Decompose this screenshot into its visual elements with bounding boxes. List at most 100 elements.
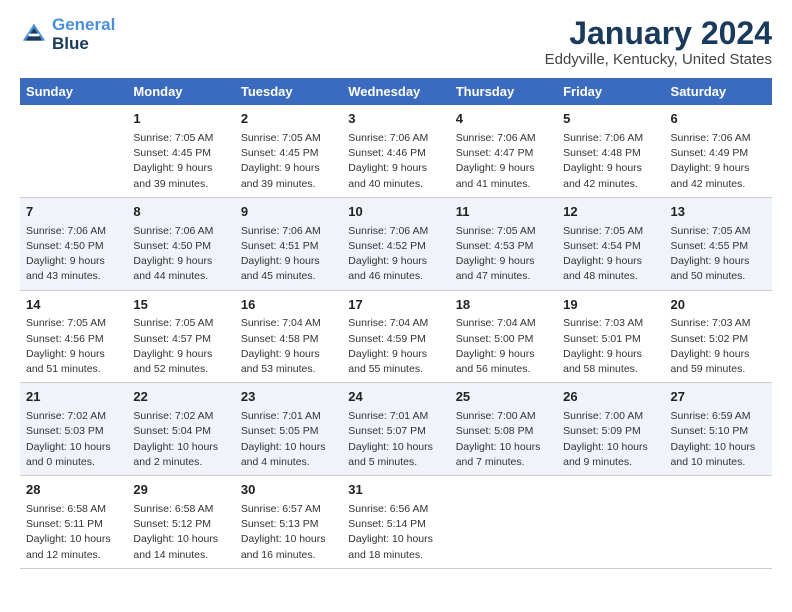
day-number: 14 — [26, 296, 121, 315]
calendar-cell: 16Sunrise: 7:04 AMSunset: 4:58 PMDayligh… — [235, 290, 342, 383]
cell-line: Daylight: 9 hours — [563, 347, 658, 362]
cell-line: Daylight: 10 hours — [671, 440, 766, 455]
cell-line: Sunrise: 7:04 AM — [241, 316, 336, 331]
cell-line: Sunrise: 6:58 AM — [133, 502, 228, 517]
cell-line: Sunrise: 7:06 AM — [26, 224, 121, 239]
cell-line: and 10 minutes. — [671, 455, 766, 470]
cell-line: Sunrise: 6:56 AM — [348, 502, 443, 517]
calendar-cell: 21Sunrise: 7:02 AMSunset: 5:03 PMDayligh… — [20, 383, 127, 476]
day-number: 3 — [348, 110, 443, 129]
cell-line: Sunset: 4:49 PM — [671, 146, 766, 161]
cell-line: Sunrise: 7:01 AM — [348, 409, 443, 424]
cell-line: Sunrise: 7:06 AM — [348, 131, 443, 146]
cell-line: Sunrise: 6:57 AM — [241, 502, 336, 517]
cell-line: Sunrise: 7:04 AM — [348, 316, 443, 331]
cell-line: Sunset: 5:14 PM — [348, 517, 443, 532]
title-area: January 2024 Eddyville, Kentucky, United… — [545, 16, 772, 68]
col-header-sunday: Sunday — [20, 78, 127, 105]
calendar-cell: 3 Sunrise: 7:06 AMSunset: 4:46 PMDaylight… — [342, 105, 449, 197]
cell-line: Sunrise: 7:01 AM — [241, 409, 336, 424]
cell-line: Sunset: 5:10 PM — [671, 424, 766, 439]
day-number: 9 — [241, 203, 336, 222]
calendar-cell: 19Sunrise: 7:03 AMSunset: 5:01 PMDayligh… — [557, 290, 664, 383]
cell-line: Sunset: 5:12 PM — [133, 517, 228, 532]
calendar-cell: 4Sunrise: 7:06 AMSunset: 4:47 PMDaylight… — [450, 105, 557, 197]
cell-line: Sunset: 4:53 PM — [456, 239, 551, 254]
calendar-cell: 30Sunrise: 6:57 AMSunset: 5:13 PMDayligh… — [235, 476, 342, 569]
cell-line: and 53 minutes. — [241, 362, 336, 377]
cell-line: Sunrise: 7:05 AM — [671, 224, 766, 239]
calendar-cell: 31Sunrise: 6:56 AMSunset: 5:14 PMDayligh… — [342, 476, 449, 569]
cell-line: Sunrise: 7:06 AM — [241, 224, 336, 239]
cell-line: Sunset: 5:13 PM — [241, 517, 336, 532]
cell-line: Sunset: 5:09 PM — [563, 424, 658, 439]
cell-line: Sunset: 5:07 PM — [348, 424, 443, 439]
cell-line: and 39 minutes. — [133, 177, 228, 192]
cell-line: Sunrise: 7:02 AM — [133, 409, 228, 424]
cell-line: and 48 minutes. — [563, 269, 658, 284]
cell-line: Sunset: 4:45 PM — [241, 146, 336, 161]
cell-line: Daylight: 10 hours — [241, 532, 336, 547]
calendar-cell: 8Sunrise: 7:06 AMSunset: 4:50 PMDaylight… — [127, 197, 234, 290]
cell-line: Daylight: 9 hours — [26, 347, 121, 362]
cell-line: Sunrise: 7:06 AM — [671, 131, 766, 146]
cell-line: Daylight: 10 hours — [26, 532, 121, 547]
cell-line: Sunset: 4:46 PM — [348, 146, 443, 161]
main-title: January 2024 — [545, 16, 772, 51]
col-header-wednesday: Wednesday — [342, 78, 449, 105]
day-number: 13 — [671, 203, 766, 222]
cell-line: Sunset: 4:48 PM — [563, 146, 658, 161]
day-number: 25 — [456, 388, 551, 407]
cell-line: Daylight: 10 hours — [348, 532, 443, 547]
cell-line: Daylight: 9 hours — [563, 254, 658, 269]
calendar-cell: 24Sunrise: 7:01 AMSunset: 5:07 PMDayligh… — [342, 383, 449, 476]
cell-line: and 40 minutes. — [348, 177, 443, 192]
calendar-cell: 13Sunrise: 7:05 AMSunset: 4:55 PMDayligh… — [665, 197, 772, 290]
day-number: 5 — [563, 110, 658, 129]
cell-line: Sunset: 5:11 PM — [26, 517, 121, 532]
cell-line: Sunset: 5:03 PM — [26, 424, 121, 439]
day-number: 27 — [671, 388, 766, 407]
cell-line: and 50 minutes. — [671, 269, 766, 284]
day-number: 22 — [133, 388, 228, 407]
cell-line: and 42 minutes. — [563, 177, 658, 192]
day-number: 10 — [348, 203, 443, 222]
day-number: 17 — [348, 296, 443, 315]
cell-line: Daylight: 9 hours — [241, 161, 336, 176]
calendar-cell: 18Sunrise: 7:04 AMSunset: 5:00 PMDayligh… — [450, 290, 557, 383]
calendar-cell: 20Sunrise: 7:03 AMSunset: 5:02 PMDayligh… — [665, 290, 772, 383]
cell-line: and 2 minutes. — [133, 455, 228, 470]
cell-line: Daylight: 9 hours — [671, 161, 766, 176]
cell-line: and 9 minutes. — [563, 455, 658, 470]
calendar-row-0: 1Sunrise: 7:05 AMSunset: 4:45 PMDaylight… — [20, 105, 772, 197]
calendar-cell: 10Sunrise: 7:06 AMSunset: 4:52 PMDayligh… — [342, 197, 449, 290]
cell-line: Daylight: 10 hours — [133, 532, 228, 547]
cell-line: Daylight: 9 hours — [671, 347, 766, 362]
calendar-cell: 26Sunrise: 7:00 AMSunset: 5:09 PMDayligh… — [557, 383, 664, 476]
cell-line: and 0 minutes. — [26, 455, 121, 470]
cell-line: and 59 minutes. — [671, 362, 766, 377]
cell-line: Daylight: 9 hours — [348, 161, 443, 176]
cell-line: Daylight: 9 hours — [348, 347, 443, 362]
cell-line: and 44 minutes. — [133, 269, 228, 284]
cell-line: Sunrise: 7:05 AM — [241, 131, 336, 146]
col-header-saturday: Saturday — [665, 78, 772, 105]
cell-line: Daylight: 10 hours — [456, 440, 551, 455]
cell-line: and 58 minutes. — [563, 362, 658, 377]
cell-line: Sunrise: 7:00 AM — [456, 409, 551, 424]
calendar-cell: 9Sunrise: 7:06 AMSunset: 4:51 PMDaylight… — [235, 197, 342, 290]
cell-line: Sunrise: 7:03 AM — [563, 316, 658, 331]
calendar-cell: 23Sunrise: 7:01 AMSunset: 5:05 PMDayligh… — [235, 383, 342, 476]
cell-line: Sunrise: 7:05 AM — [133, 131, 228, 146]
calendar-cell: 7Sunrise: 7:06 AMSunset: 4:50 PMDaylight… — [20, 197, 127, 290]
day-number: 1 — [133, 110, 228, 129]
cell-line: and 56 minutes. — [456, 362, 551, 377]
cell-line: Sunrise: 7:02 AM — [26, 409, 121, 424]
cell-line: Sunset: 4:58 PM — [241, 332, 336, 347]
cell-line: Sunrise: 7:06 AM — [133, 224, 228, 239]
calendar-cell: 2Sunrise: 7:05 AMSunset: 4:45 PMDaylight… — [235, 105, 342, 197]
day-number: 24 — [348, 388, 443, 407]
calendar-header-row: SundayMondayTuesdayWednesdayThursdayFrid… — [20, 78, 772, 105]
cell-line: Sunset: 4:52 PM — [348, 239, 443, 254]
calendar-cell — [557, 476, 664, 569]
